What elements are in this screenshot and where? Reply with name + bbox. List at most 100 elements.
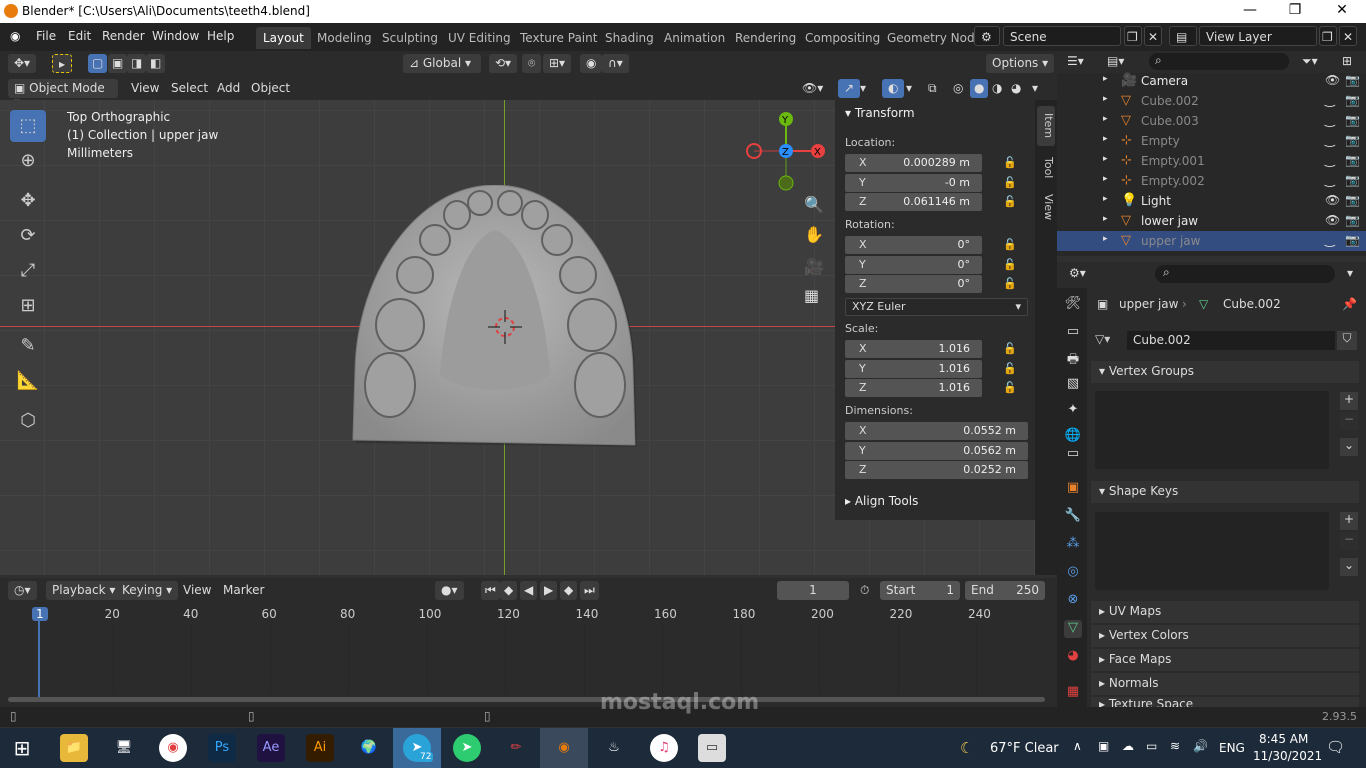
outliner-search-input[interactable]: ⌕ bbox=[1149, 53, 1289, 70]
windows-start-icon[interactable]: ⊞ bbox=[8, 734, 36, 762]
vertex-groups-list[interactable] bbox=[1095, 391, 1329, 469]
playhead[interactable] bbox=[38, 620, 40, 698]
pin-icon[interactable]: 📌 bbox=[1342, 297, 1357, 311]
filter-icon[interactable]: ⏷▾ bbox=[1302, 54, 1318, 69]
render-camera-icon[interactable]: 📷 bbox=[1345, 233, 1360, 247]
move-tool-icon[interactable]: ✥ bbox=[10, 185, 46, 217]
keying-menu[interactable]: Keying ▾ bbox=[116, 581, 179, 600]
tray-chevron-icon[interactable]: ∧ bbox=[1073, 739, 1082, 753]
options-dropdown[interactable]: Options ▾ bbox=[986, 54, 1055, 73]
lock-icon[interactable]: 🔓 bbox=[1003, 195, 1017, 208]
add-vertex-group-icon[interactable]: + bbox=[1340, 392, 1358, 410]
lock-icon[interactable]: 🔓 bbox=[1003, 277, 1017, 290]
align-tools-header[interactable]: ▸ Align Tools bbox=[845, 494, 918, 508]
itunes-icon[interactable]: ♫ bbox=[650, 734, 678, 762]
delete-view-layer-icon[interactable]: ✕ bbox=[1339, 26, 1357, 46]
select-box-icon[interactable]: ▸ bbox=[52, 54, 73, 73]
overlay-toggle-icon[interactable]: ◐ bbox=[882, 79, 905, 98]
tab-compositing[interactable]: Compositing bbox=[798, 27, 887, 49]
visibility-eye-icon[interactable]: ‿ bbox=[1325, 133, 1335, 147]
dimension-y-field[interactable]: Y 0.0562 m bbox=[845, 442, 1028, 460]
measure-tool-icon[interactable]: 📐 bbox=[10, 365, 46, 397]
xray-icon[interactable]: ⧉ bbox=[928, 81, 937, 96]
rotation-x-field[interactable]: X 0° bbox=[845, 236, 982, 254]
expand-chevron-icon[interactable]: ▸ bbox=[1103, 114, 1108, 124]
visibility-icon[interactable]: 👁▾ bbox=[802, 81, 823, 95]
navigation-gizmo[interactable]: Y X Z bbox=[740, 110, 835, 195]
window-app-icon[interactable]: ▭ bbox=[698, 734, 726, 762]
shape-keys-list[interactable] bbox=[1095, 512, 1329, 590]
volume-icon[interactable]: 🔊 bbox=[1193, 739, 1208, 753]
next-keyframe-icon[interactable]: ◆ bbox=[560, 581, 578, 600]
uv-maps-section[interactable]: ▸ UV Maps bbox=[1091, 601, 1359, 623]
outliner-row[interactable]: ▸ ⊹ Empty.002 ‿ 📷 bbox=[1057, 171, 1366, 191]
vertex-groups-section[interactable]: ▾ Vertex Groups bbox=[1091, 361, 1359, 383]
render-camera-icon[interactable]: 📷 bbox=[1345, 193, 1360, 207]
add-shape-key-icon[interactable]: + bbox=[1340, 512, 1358, 530]
scale-z-field[interactable]: Z 1.016 bbox=[845, 379, 982, 397]
this-pc-icon[interactable]: 🖥 bbox=[110, 734, 138, 762]
record-keyframe-icon[interactable]: ●▾ bbox=[435, 581, 464, 600]
select-mode-invert-icon[interactable]: ◧ bbox=[146, 54, 166, 73]
vertex-colors-section[interactable]: ▸ Vertex Colors bbox=[1091, 625, 1359, 647]
timeline-marker-menu[interactable]: Marker bbox=[223, 583, 264, 597]
shading-wireframe-icon[interactable]: ◎ bbox=[953, 81, 963, 95]
tab-geometry-nodes[interactable]: Geometry Nod bbox=[880, 27, 982, 49]
visibility-eye-icon[interactable]: ‿ bbox=[1325, 113, 1335, 127]
render-camera-icon[interactable]: 📷 bbox=[1345, 133, 1360, 147]
render-camera-icon[interactable]: 📷 bbox=[1345, 93, 1360, 107]
particles-tab-icon[interactable]: ⁂ bbox=[1064, 536, 1082, 554]
visibility-eye-icon[interactable]: 👁 bbox=[1325, 213, 1340, 227]
lock-icon[interactable]: 🔓 bbox=[1003, 156, 1017, 169]
timeline-scrollbar[interactable] bbox=[8, 697, 1045, 702]
start-frame-field[interactable]: Start 1 bbox=[880, 581, 960, 600]
lock-icon[interactable]: 🔓 bbox=[1003, 381, 1017, 394]
outliner-row[interactable]: ▸ ▽ lower jaw 👁 📷 bbox=[1057, 211, 1366, 231]
lock-icon[interactable]: 🔓 bbox=[1003, 258, 1017, 271]
scale-tool-icon[interactable]: ⤢ bbox=[10, 255, 46, 287]
viewport-menu-select[interactable]: Select bbox=[171, 81, 208, 95]
render-camera-icon[interactable]: 📷 bbox=[1345, 73, 1360, 87]
pivot-point-icon[interactable]: ⟲▾ bbox=[489, 54, 518, 73]
battery-icon[interactable]: ▭ bbox=[1146, 739, 1157, 753]
lock-icon[interactable]: 🔓 bbox=[1003, 238, 1017, 251]
tab-sculpting[interactable]: Sculpting bbox=[375, 27, 445, 49]
mesh-data-tab-icon[interactable]: ▽ bbox=[1064, 620, 1082, 638]
menu-window[interactable]: Window bbox=[152, 29, 199, 43]
shading-rendered-icon[interactable]: ◕ bbox=[1011, 81, 1021, 95]
shading-dropdown-icon[interactable]: ▾ bbox=[1032, 81, 1038, 95]
menu-render[interactable]: Render bbox=[102, 29, 145, 43]
normals-section[interactable]: ▸ Normals bbox=[1091, 673, 1359, 695]
tab-texture-paint[interactable]: Texture Paint bbox=[513, 27, 604, 49]
expand-chevron-icon[interactable]: ▸ bbox=[1103, 154, 1108, 164]
language-indicator[interactable]: ENG bbox=[1219, 741, 1245, 755]
mode-dropdown[interactable]: ▣ Object Mode ▾ bbox=[8, 79, 118, 109]
prev-keyframe-icon[interactable]: ◆ bbox=[500, 581, 518, 600]
weather-text[interactable]: 67°F Clear bbox=[990, 741, 1059, 756]
scale-y-field[interactable]: Y 1.016 bbox=[845, 360, 982, 378]
properties-editor-icon[interactable]: ⚙▾ bbox=[1069, 266, 1086, 280]
proportional-edit-icon[interactable]: ◉ bbox=[580, 54, 603, 73]
tab-layout[interactable]: Layout bbox=[256, 27, 311, 49]
outliner-item-name[interactable]: upper jaw bbox=[1141, 234, 1200, 248]
copy-view-layer-icon[interactable]: ❐ bbox=[1319, 26, 1337, 46]
location-y-field[interactable]: Y -0 m bbox=[845, 174, 982, 192]
remove-vertex-group-icon[interactable]: − bbox=[1340, 412, 1358, 430]
outliner-item-name[interactable]: Light bbox=[1141, 194, 1171, 208]
select-mode-subtract-icon[interactable]: ◨ bbox=[127, 54, 147, 73]
tab-uv-editing[interactable]: UV Editing bbox=[441, 27, 518, 49]
timeline-editor-icon[interactable]: ◷▾ bbox=[8, 581, 37, 600]
location-x-field[interactable]: X 0.000289 m bbox=[845, 154, 982, 172]
tab-tool[interactable]: Tool bbox=[1037, 150, 1055, 185]
file-explorer-icon[interactable]: 📁 bbox=[60, 734, 88, 762]
tab-shading[interactable]: Shading bbox=[598, 27, 661, 49]
shading-material-icon[interactable]: ◑ bbox=[992, 81, 1002, 95]
outliner-item-name[interactable]: Empty.001 bbox=[1141, 154, 1205, 168]
transform-orientation-dropdown[interactable]: ⊿ Global ▾ bbox=[403, 54, 481, 73]
camera-view-icon[interactable]: 🎥 bbox=[804, 257, 824, 276]
outliner-item-name[interactable]: Empty bbox=[1141, 134, 1180, 148]
steam-icon[interactable]: ♨ bbox=[600, 734, 628, 762]
output-tab-icon[interactable]: 🖶 bbox=[1064, 350, 1082, 368]
after-effects-icon[interactable]: Ae bbox=[257, 734, 285, 762]
annotate-tool-icon[interactable]: ✎ bbox=[10, 330, 46, 362]
